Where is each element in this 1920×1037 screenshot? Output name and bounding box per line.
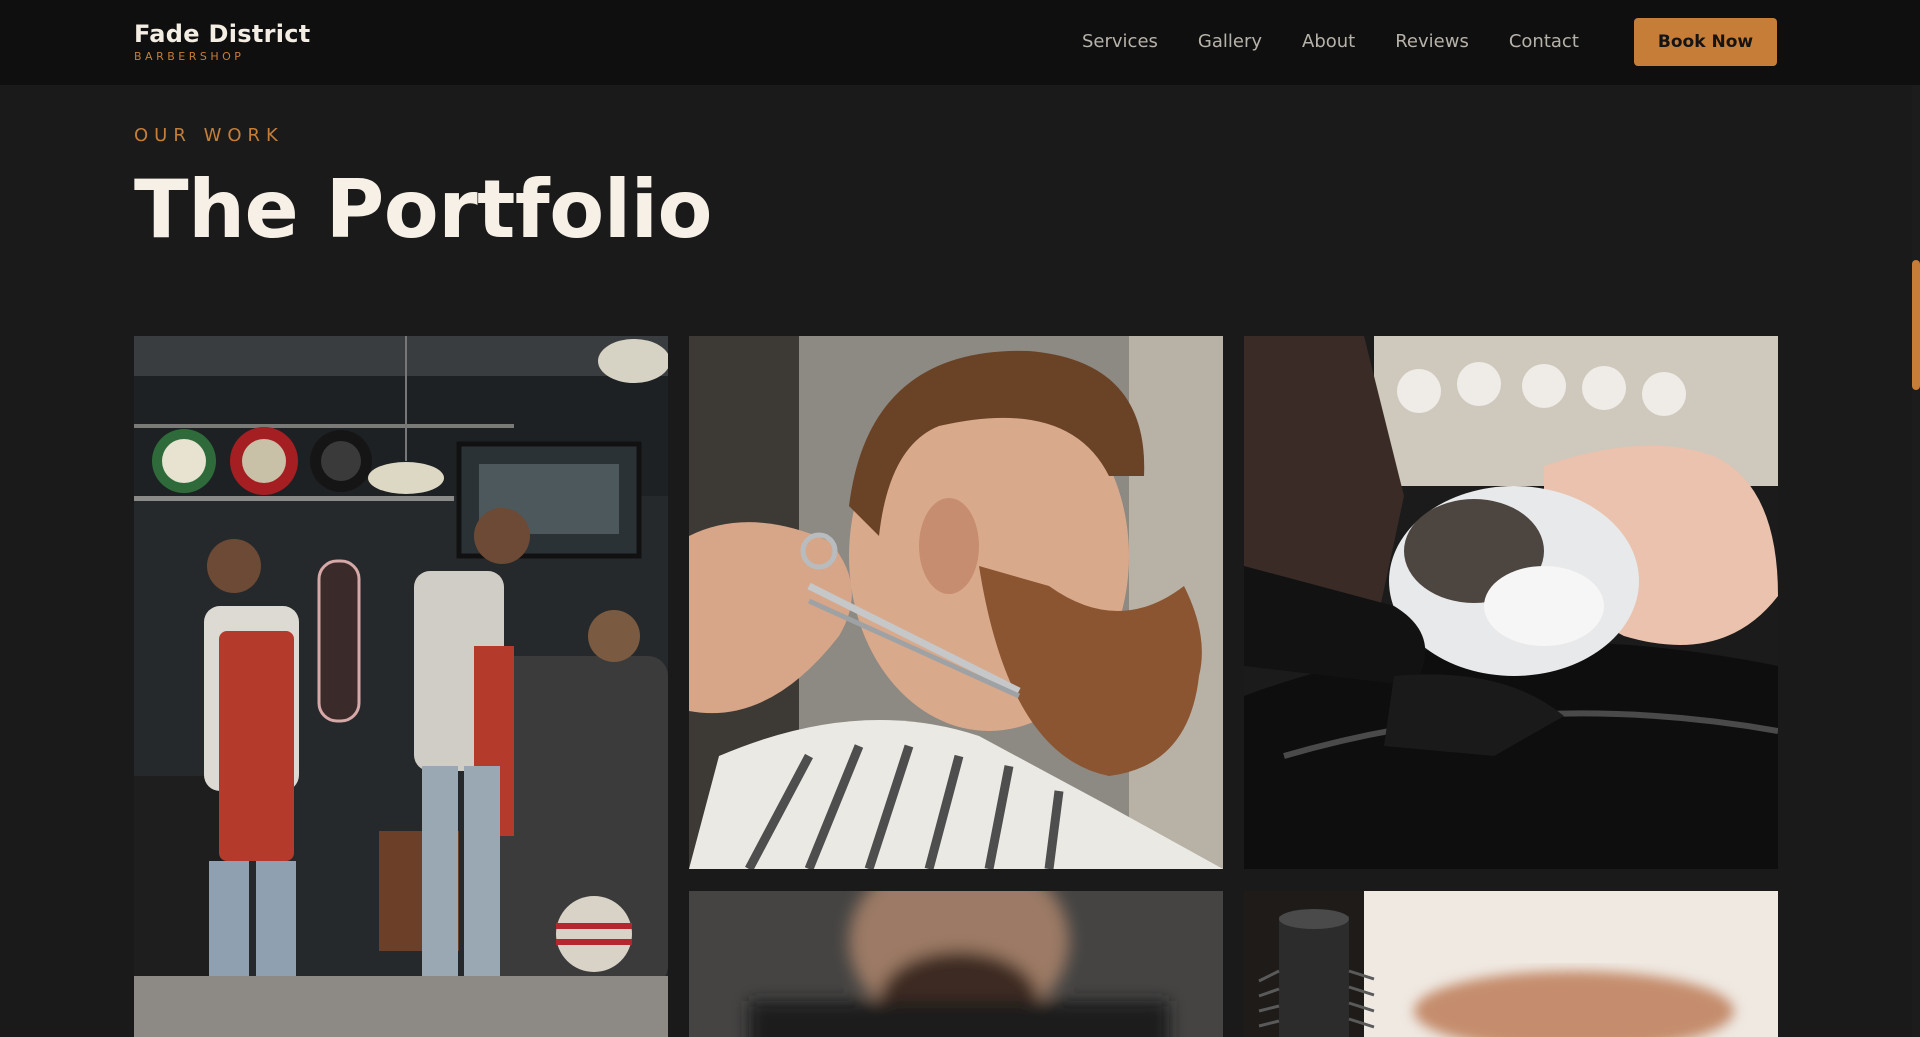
- page-title: The Portfolio: [134, 163, 713, 256]
- nav-link-contact[interactable]: Contact: [1509, 30, 1579, 54]
- gallery-photo-barbershop-interior[interactable]: [134, 336, 668, 1037]
- beard-trim-image: [689, 336, 1223, 869]
- nav-link-gallery[interactable]: Gallery: [1198, 30, 1262, 54]
- site-header: Fade District BARBERSHOP Services Galler…: [0, 0, 1920, 85]
- nav-link-about[interactable]: About: [1302, 30, 1355, 54]
- section-eyebrow: OUR WORK: [134, 125, 284, 146]
- blurred-portrait-image: [689, 891, 1223, 1037]
- gallery-photo-blurred-portrait[interactable]: [689, 891, 1223, 1037]
- nav-link-reviews[interactable]: Reviews: [1395, 30, 1469, 54]
- scrollbar-track[interactable]: [1912, 85, 1920, 1037]
- brand-tagline: BARBERSHOP: [134, 50, 245, 63]
- gallery-photo-hair-wash[interactable]: [1244, 336, 1778, 869]
- hair-wash-image: [1244, 336, 1778, 869]
- brand-logo[interactable]: Fade District BARBERSHOP: [134, 20, 311, 64]
- brand-name: Fade District: [134, 20, 311, 48]
- book-now-button[interactable]: Book Now: [1634, 18, 1777, 66]
- gallery-photo-round-brush[interactable]: [1244, 891, 1778, 1037]
- gallery-photo-beard-trim[interactable]: [689, 336, 1223, 869]
- main-nav: Services Gallery About Reviews Contact: [1082, 30, 1579, 54]
- scrollbar-thumb[interactable]: [1912, 260, 1920, 390]
- barbershop-interior-image: [134, 336, 668, 1037]
- nav-link-services[interactable]: Services: [1082, 30, 1158, 54]
- round-brush-image: [1244, 891, 1778, 1037]
